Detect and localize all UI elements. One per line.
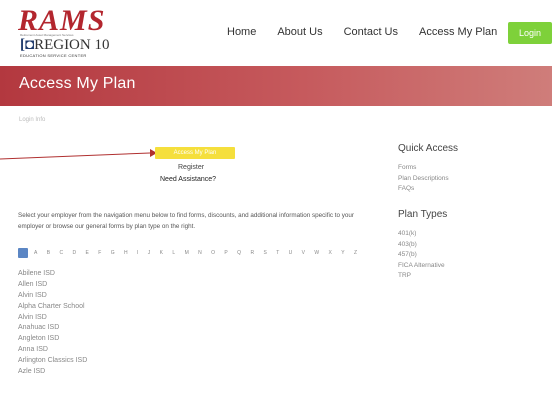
alphabet-letter[interactable]: B	[47, 250, 50, 256]
quick-access-list: Forms Plan Descriptions FAQs	[398, 163, 449, 195]
alphabet-letter[interactable]: K	[160, 250, 163, 256]
district-list: Abilene ISD Allen ISD Alvin ISD Alpha Ch…	[18, 269, 87, 378]
alphabet-letter[interactable]: I	[137, 250, 138, 256]
alphabet-letter[interactable]: O	[211, 250, 215, 256]
alphabet-letter[interactable]: X	[329, 250, 332, 256]
esc-label: EDUCATION SERVICE CENTER	[20, 53, 87, 58]
list-item[interactable]: Allen ISD	[18, 280, 87, 291]
list-item[interactable]: Anahuac ISD	[18, 323, 87, 334]
list-item[interactable]: Azle ISD	[18, 367, 87, 378]
alphabet-letter[interactable]: J	[148, 250, 151, 256]
quick-access-heading: Quick Access	[398, 143, 459, 154]
alphabet-letter[interactable]: S	[263, 250, 266, 256]
alphabet-letter[interactable]: P	[224, 250, 227, 256]
register-link[interactable]: Register	[178, 164, 204, 171]
alphabet-letter[interactable]: R	[250, 250, 254, 256]
nav-access-my-plan[interactable]: Access My Plan	[419, 26, 497, 38]
list-item[interactable]: Alvin ISD	[18, 291, 87, 302]
region-10-logo-text: [◘REGION 10	[20, 36, 109, 54]
alphabet-letter[interactable]: U	[289, 250, 293, 256]
alphabet-letter[interactable]: N	[198, 250, 202, 256]
quick-access-faqs[interactable]: FAQs	[398, 184, 449, 195]
intro-text: Select your employer from the navigation…	[18, 212, 355, 230]
alphabet-letter[interactable]: E	[86, 250, 89, 256]
alphabet-letter[interactable]: T	[276, 250, 279, 256]
nav-home[interactable]: Home	[227, 26, 256, 38]
region-mark-icon: [◘	[20, 37, 35, 53]
alphabet-all-icon[interactable]	[18, 248, 28, 258]
plan-types-heading: Plan Types	[398, 209, 448, 220]
main-nav: Home About Us Contact Us Access My Plan	[227, 26, 518, 38]
alphabet-filter: A B C D E F G H I J K L M N O P Q R S T …	[18, 248, 366, 258]
alphabet-letter[interactable]: Y	[341, 250, 344, 256]
nav-about-us[interactable]: About Us	[277, 26, 322, 38]
plan-type-457b[interactable]: 457(b)	[398, 250, 445, 261]
site-header: RAMS Retirement Asset Management Service…	[0, 0, 552, 66]
alphabet-letter[interactable]: H	[124, 250, 128, 256]
login-button[interactable]: Login	[508, 22, 552, 44]
nav-contact-us[interactable]: Contact Us	[344, 26, 398, 38]
list-item[interactable]: Abilene ISD	[18, 269, 87, 280]
plan-type-401k[interactable]: 401(k)	[398, 229, 445, 240]
alphabet-letter[interactable]: A	[34, 250, 37, 256]
quick-access-forms[interactable]: Forms	[398, 163, 449, 174]
page-title: Access My Plan	[19, 75, 136, 92]
alphabet-letter[interactable]: L	[172, 250, 175, 256]
breadcrumb[interactable]: Login Info	[19, 117, 45, 123]
alphabet-letter[interactable]: F	[98, 250, 101, 256]
access-my-plan-button[interactable]: Access My Plan	[155, 147, 235, 159]
alphabet-letter[interactable]: V	[302, 250, 305, 256]
list-item[interactable]: Arlington Classics ISD	[18, 356, 87, 367]
rams-logo-text: RAMS	[18, 4, 106, 37]
need-assistance-link[interactable]: Need Assistance?	[160, 176, 216, 183]
list-item[interactable]: Alvin ISD	[18, 313, 87, 324]
plan-type-trp[interactable]: TRP	[398, 271, 445, 282]
list-item[interactable]: Angleton ISD	[18, 334, 87, 345]
list-item[interactable]: Alpha Charter School	[18, 302, 87, 313]
rams-region10-logo[interactable]: RAMS Retirement Asset Management Service…	[18, 4, 128, 59]
plan-type-403b[interactable]: 403(b)	[398, 240, 445, 251]
alphabet-letter[interactable]: Q	[237, 250, 241, 256]
alphabet-letter[interactable]: D	[72, 250, 76, 256]
alphabet-letter[interactable]: Z	[354, 250, 357, 256]
plan-type-fica-alternative[interactable]: FICA Alternative	[398, 261, 445, 272]
red-arrow-annotation	[0, 149, 157, 160]
list-item[interactable]: Anna ISD	[18, 345, 87, 356]
alphabet-letter[interactable]: G	[111, 250, 115, 256]
alphabet-letter[interactable]: C	[59, 250, 63, 256]
page-banner: Access My Plan	[0, 66, 552, 106]
alphabet-letter[interactable]: M	[185, 250, 189, 256]
region-label: REGION 10	[34, 37, 110, 53]
plan-types-list: 401(k) 403(b) 457(b) FICA Alternative TR…	[398, 229, 445, 282]
quick-access-plan-descriptions[interactable]: Plan Descriptions	[398, 174, 449, 185]
alphabet-letter[interactable]: W	[314, 250, 319, 256]
